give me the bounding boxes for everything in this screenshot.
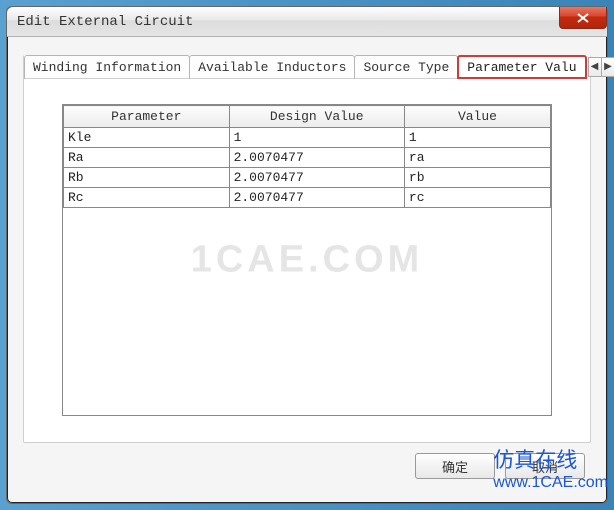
chevron-right-icon: ▶ xyxy=(604,61,612,73)
tab-winding-information[interactable]: Winding Information xyxy=(24,55,190,79)
table-row[interactable]: Rc 2.0070477 rc xyxy=(64,188,551,208)
window-title: Edit External Circuit xyxy=(17,14,193,30)
cell-design[interactable]: 2.0070477 xyxy=(229,168,404,188)
tab-available-inductors[interactable]: Available Inductors xyxy=(189,55,355,79)
ok-button[interactable]: 确定 xyxy=(415,453,495,479)
col-header-parameter[interactable]: Parameter xyxy=(64,106,230,128)
col-header-value[interactable]: Value xyxy=(404,106,550,128)
tab-scroll-left[interactable]: ◀ xyxy=(588,57,602,77)
close-button[interactable] xyxy=(559,7,607,29)
table-row[interactable]: Ra 2.0070477 ra xyxy=(64,148,551,168)
chevron-left-icon: ◀ xyxy=(591,61,599,73)
dialog-buttons: 确定 取消 xyxy=(415,453,585,479)
tab-scroll: ◀ ▶ xyxy=(588,55,614,79)
close-icon xyxy=(577,13,589,23)
col-header-design-value[interactable]: Design Value xyxy=(229,106,404,128)
client-area: Winding Information Available Inductors … xyxy=(15,45,599,493)
tab-content: Parameter Design Value Value Kle 1 1 xyxy=(32,92,582,432)
cell-parameter[interactable]: Kle xyxy=(64,128,230,148)
parameter-table[interactable]: Parameter Design Value Value Kle 1 1 xyxy=(63,105,551,208)
cell-parameter[interactable]: Ra xyxy=(64,148,230,168)
cell-value[interactable]: rb xyxy=(404,168,550,188)
watermark-center: 1CAE.COM xyxy=(191,239,424,282)
tab-source-type[interactable]: Source Type xyxy=(354,55,458,79)
cell-parameter[interactable]: Rb xyxy=(64,168,230,188)
tab-groupbox: Winding Information Available Inductors … xyxy=(23,55,591,443)
cell-design[interactable]: 1 xyxy=(229,128,404,148)
parameter-table-frame: Parameter Design Value Value Kle 1 1 xyxy=(62,104,552,416)
cell-design[interactable]: 2.0070477 xyxy=(229,188,404,208)
cell-value[interactable]: 1 xyxy=(404,128,550,148)
tab-scroll-right[interactable]: ▶ xyxy=(602,57,614,77)
dialog-window: Edit External Circuit Winding Informatio… xyxy=(6,6,608,504)
cancel-button[interactable]: 取消 xyxy=(505,453,585,479)
table-row[interactable]: Rb 2.0070477 rb xyxy=(64,168,551,188)
cell-parameter[interactable]: Rc xyxy=(64,188,230,208)
table-row[interactable]: Kle 1 1 xyxy=(64,128,551,148)
cell-value[interactable]: rc xyxy=(404,188,550,208)
tab-parameter-values[interactable]: Parameter Valu xyxy=(457,55,586,79)
cell-value[interactable]: ra xyxy=(404,148,550,168)
titlebar[interactable]: Edit External Circuit xyxy=(7,7,607,37)
cell-design[interactable]: 2.0070477 xyxy=(229,148,404,168)
tab-strip: Winding Information Available Inductors … xyxy=(24,55,590,79)
